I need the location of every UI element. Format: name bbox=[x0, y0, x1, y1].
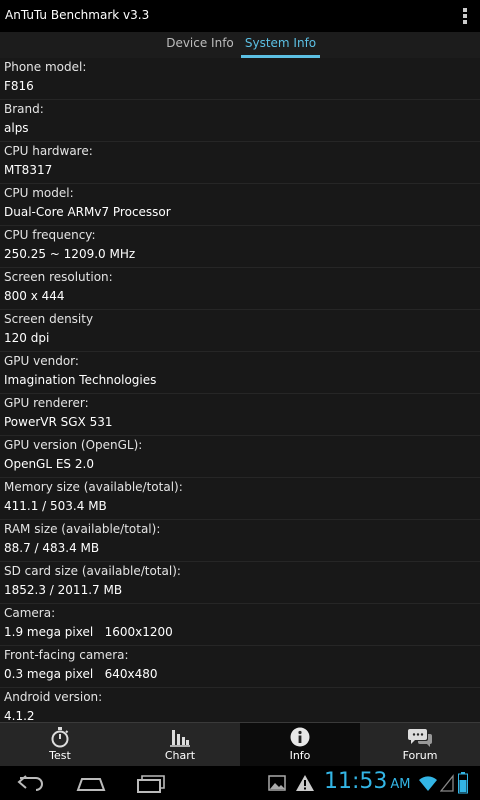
info-row-camera: Camera: 1.9 mega pixel 1600x1200 bbox=[0, 604, 480, 646]
info-row-memory-size: Memory size (available/total): 411.1 / 5… bbox=[0, 478, 480, 520]
info-value: 250.25 ~ 1209.0 MHz bbox=[4, 247, 136, 261]
info-label: GPU version (OpenGL): bbox=[4, 438, 143, 452]
clock-time: 11:53 bbox=[324, 769, 388, 794]
bar-chart-icon bbox=[170, 730, 190, 747]
info-value: F816 bbox=[4, 79, 34, 93]
info-row-cpu-model: CPU model: Dual-Core ARMv7 Processor bbox=[0, 184, 480, 226]
info-row-gpu-vendor: GPU vendor: Imagination Technologies bbox=[0, 352, 480, 394]
info-row-gpu-version: GPU version (OpenGL): OpenGL ES 2.0 bbox=[0, 436, 480, 478]
nav-forum-button[interactable]: Forum bbox=[360, 723, 480, 767]
home-icon[interactable] bbox=[74, 772, 108, 794]
info-value: 120 dpi bbox=[4, 331, 50, 345]
info-label: Phone model: bbox=[4, 60, 87, 74]
overflow-menu-icon[interactable] bbox=[458, 7, 472, 25]
stopwatch-icon bbox=[51, 727, 69, 748]
info-label: Memory size (available/total): bbox=[4, 480, 183, 494]
nav-forum-label: Forum bbox=[402, 749, 438, 762]
info-value: 0.3 mega pixel 640x480 bbox=[4, 667, 158, 681]
info-row-brand: Brand: alps bbox=[0, 100, 480, 142]
system-info-list[interactable]: Phone model: F816 Brand: alps CPU hardwa… bbox=[0, 58, 480, 722]
info-row-android-version: Android version: 4.1.2 bbox=[0, 688, 480, 722]
info-label: CPU frequency: bbox=[4, 228, 96, 242]
info-label: GPU vendor: bbox=[4, 354, 79, 368]
back-icon[interactable] bbox=[14, 772, 48, 794]
info-label: Screen resolution: bbox=[4, 270, 113, 284]
info-value: 1.9 mega pixel 1600x1200 bbox=[4, 625, 173, 639]
info-value: MT8317 bbox=[4, 163, 53, 177]
info-value: 800 x 444 bbox=[4, 289, 65, 303]
battery-icon bbox=[458, 772, 468, 794]
info-row-sd-card-size: SD card size (available/total): 1852.3 /… bbox=[0, 562, 480, 604]
info-label: SD card size (available/total): bbox=[4, 564, 181, 578]
info-label: Android version: bbox=[4, 690, 103, 704]
title-bar: AnTuTu Benchmark v3.3 bbox=[0, 0, 480, 32]
nav-test-button[interactable]: Test bbox=[0, 723, 120, 767]
info-value: Dual-Core ARMv7 Processor bbox=[4, 205, 171, 219]
status-clock: 11:53 AM bbox=[324, 769, 411, 794]
nav-chart-label: Chart bbox=[164, 749, 196, 762]
info-row-screen-resolution: Screen resolution: 800 x 444 bbox=[0, 268, 480, 310]
info-label: RAM size (available/total): bbox=[4, 522, 161, 536]
info-label: Front-facing camera: bbox=[4, 648, 129, 662]
nav-chart-button[interactable]: Chart bbox=[120, 723, 240, 767]
info-label: CPU model: bbox=[4, 186, 74, 200]
info-label: Brand: bbox=[4, 102, 44, 116]
info-value: OpenGL ES 2.0 bbox=[4, 457, 94, 471]
nav-info-label: Info bbox=[289, 749, 311, 762]
warning-icon bbox=[296, 775, 314, 791]
info-row-front-camera: Front-facing camera: 0.3 mega pixel 640x… bbox=[0, 646, 480, 688]
system-bar: 11:53 AM bbox=[0, 766, 480, 800]
bottom-nav: Test Chart Info Forum bbox=[0, 722, 480, 767]
gallery-icon bbox=[268, 775, 286, 791]
nav-test-label: Test bbox=[49, 749, 71, 762]
wifi-icon bbox=[419, 776, 437, 791]
info-value: Imagination Technologies bbox=[4, 373, 157, 387]
nav-info-button[interactable]: Info bbox=[240, 723, 360, 767]
tab-system-info[interactable]: System Info bbox=[241, 32, 320, 58]
tab-bar: Device Info System Info bbox=[0, 32, 480, 58]
info-value: alps bbox=[4, 121, 29, 135]
info-row-cpu-frequency: CPU frequency: 250.25 ~ 1209.0 MHz bbox=[0, 226, 480, 268]
info-row-screen-density: Screen density 120 dpi bbox=[0, 310, 480, 352]
info-value: PowerVR SGX 531 bbox=[4, 415, 113, 429]
info-row-ram-size: RAM size (available/total): 88.7 / 483.4… bbox=[0, 520, 480, 562]
info-row-gpu-renderer: GPU renderer: PowerVR SGX 531 bbox=[0, 394, 480, 436]
signal-icon bbox=[440, 774, 454, 792]
info-row-cpu-hardware: CPU hardware: MT8317 bbox=[0, 142, 480, 184]
chat-bubbles-icon bbox=[408, 729, 432, 747]
info-icon bbox=[290, 727, 310, 747]
tab-device-info[interactable]: Device Info bbox=[160, 32, 240, 58]
info-value: 88.7 / 483.4 MB bbox=[4, 541, 100, 555]
info-value: 411.1 / 503.4 MB bbox=[4, 499, 107, 513]
clock-ampm: AM bbox=[390, 777, 411, 792]
info-label: CPU hardware: bbox=[4, 144, 93, 158]
app-title: AnTuTu Benchmark v3.3 bbox=[5, 8, 150, 22]
info-value: 4.1.2 bbox=[4, 709, 35, 722]
recent-apps-icon[interactable] bbox=[134, 772, 168, 794]
info-label: Camera: bbox=[4, 606, 56, 620]
info-label: Screen density bbox=[4, 312, 94, 326]
info-label: GPU renderer: bbox=[4, 396, 89, 410]
info-row-phone-model: Phone model: F816 bbox=[0, 58, 480, 100]
info-value: 1852.3 / 2011.7 MB bbox=[4, 583, 123, 597]
